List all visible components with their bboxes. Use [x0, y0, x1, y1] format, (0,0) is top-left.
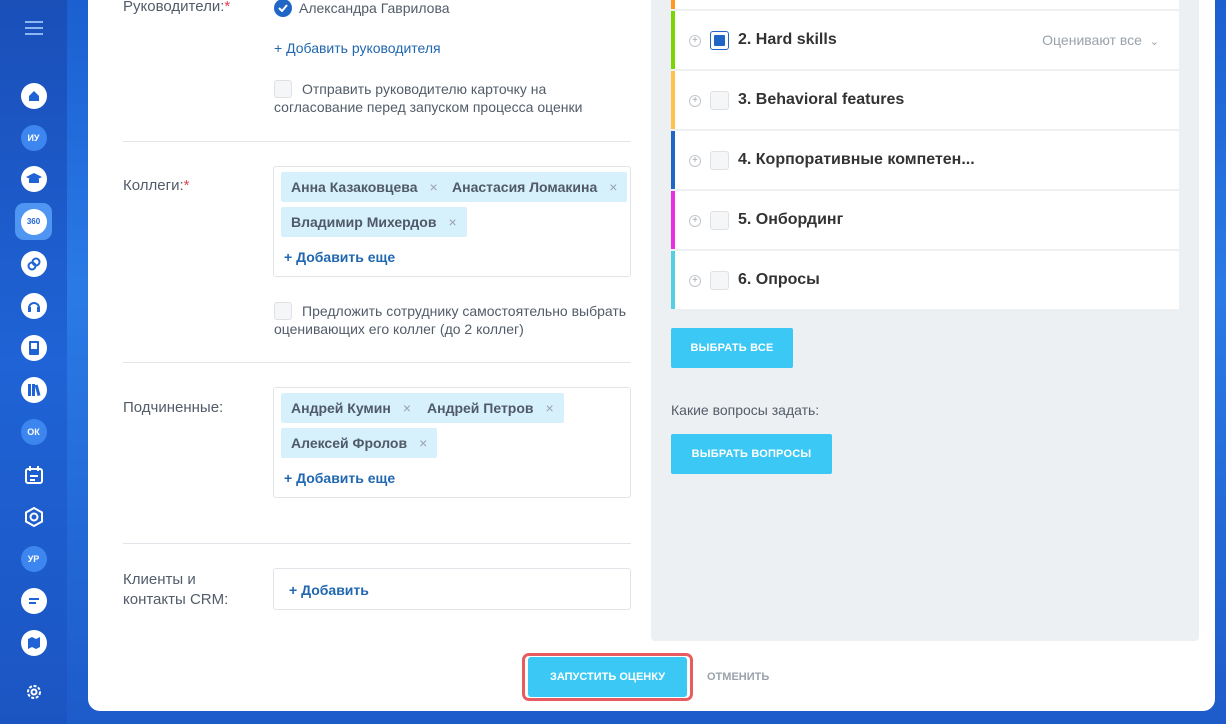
section-checkbox[interactable] — [710, 151, 729, 170]
support-icon[interactable] — [17, 289, 50, 322]
managers-label: Руководители:* — [123, 0, 231, 15]
clients-label: Клиенты и контакты CRM: — [123, 571, 229, 608]
library-icon[interactable] — [17, 373, 50, 406]
assessment-360-icon[interactable]: 360 — [15, 203, 52, 240]
section-checkbox[interactable] — [710, 211, 729, 230]
section-row[interactable]: + 6. Опросы — [671, 251, 1179, 310]
section-checkbox[interactable] — [710, 31, 729, 50]
colleague-tag: Анна Казаковцева × — [281, 172, 448, 202]
select-questions-button[interactable]: ВЫБРАТЬ ВОПРОСЫ — [671, 434, 832, 474]
home-icon[interactable] — [17, 79, 50, 112]
add-subordinate-link[interactable]: + Добавить еще — [284, 470, 395, 486]
colleague-tag: Владимир Михердов × — [281, 207, 467, 237]
remove-icon[interactable]: × — [403, 400, 411, 416]
links-icon[interactable] — [17, 247, 50, 280]
calendar-icon[interactable] — [17, 458, 50, 491]
self-select-option[interactable]: Предложить сотруднику самостоятельно выб… — [274, 302, 626, 338]
selected-manager[interactable]: Александра Гаврилова — [274, 0, 450, 17]
section-row[interactable]: + 2. Hard skills Оценивают все ⌄ — [671, 11, 1179, 70]
remove-icon[interactable]: × — [419, 435, 427, 451]
select-all-button[interactable]: ВЫБРАТЬ ВСЕ — [671, 328, 793, 368]
section-checkbox[interactable] — [710, 271, 729, 290]
colleagues-selector[interactable]: Анна Казаковцева × Анастасия Ломакина × Вл… — [273, 166, 631, 277]
chat-icon[interactable] — [17, 584, 50, 617]
remove-icon[interactable]: × — [609, 179, 617, 195]
colleague-tag: Анастасия Ломакина × — [442, 172, 628, 202]
subordinates-label: Подчиненные: — [123, 399, 224, 416]
section-color-bar — [671, 251, 675, 309]
remove-icon[interactable]: × — [546, 400, 554, 416]
section-color-bar — [671, 191, 675, 249]
add-manager-link[interactable]: + Добавить руководителя — [274, 40, 441, 56]
expand-icon[interactable]: + — [689, 95, 701, 107]
badge-ok-icon[interactable]: ОК — [17, 415, 50, 448]
subordinate-tag: Андрей Кумин × — [281, 393, 422, 423]
remove-icon[interactable]: × — [430, 179, 438, 195]
book-icon[interactable] — [17, 331, 50, 364]
remove-icon[interactable]: × — [448, 214, 456, 230]
education-icon[interactable] — [17, 162, 50, 195]
questions-label: Какие вопросы задать: — [671, 402, 820, 418]
section-checkbox[interactable] — [710, 91, 729, 110]
cancel-button[interactable]: ОТМЕНИТЬ — [700, 657, 776, 697]
subordinates-selector[interactable]: Андрей Кумин × Андрей Петров × Алексей Фро… — [273, 387, 631, 498]
badge-ur-icon[interactable]: УР — [17, 542, 50, 575]
check-icon — [274, 0, 292, 17]
map-icon[interactable] — [17, 626, 50, 659]
divider — [123, 362, 631, 363]
hexagon-icon[interactable] — [17, 500, 50, 533]
expand-icon[interactable]: + — [689, 215, 701, 227]
badge-iu-icon[interactable]: ИУ — [17, 121, 50, 154]
section-row[interactable]: + 5. Онбординг — [671, 191, 1179, 250]
colleagues-label: Коллеги:* — [123, 177, 190, 194]
subordinate-tag: Алексей Фролов × — [281, 428, 438, 458]
evaluators-dropdown[interactable]: Оценивают все ⌄ — [1042, 32, 1159, 48]
section-color-bar — [671, 131, 675, 189]
section-row[interactable]: + 3. Behavioral features — [671, 71, 1179, 130]
settings-gear-icon[interactable] — [17, 675, 50, 708]
assessment-form-card: Руководители:* Александра Гаврилова + До… — [88, 0, 1215, 711]
divider — [123, 543, 631, 544]
add-client-link[interactable]: + Добавить — [289, 582, 369, 598]
launch-assessment-button[interactable]: ЗАПУСТИТЬ ОЦЕНКУ — [528, 657, 687, 697]
clients-selector[interactable]: + Добавить — [273, 568, 631, 610]
send-card-option[interactable]: Отправить руководителю карточку на согла… — [274, 80, 582, 116]
left-rail: ИУ 360 ОК УР — [0, 0, 67, 724]
divider — [123, 141, 631, 142]
expand-icon[interactable]: + — [689, 275, 701, 287]
section-row[interactable]: + 4. Корпоративные компетен... — [671, 131, 1179, 190]
section-color-bar — [671, 71, 675, 129]
section-color-bar — [671, 0, 675, 9]
chevron-down-icon: ⌄ — [1149, 36, 1159, 48]
send-card-checkbox[interactable] — [274, 80, 292, 98]
section-color-bar — [671, 11, 675, 69]
subordinate-tag: Андрей Петров × — [417, 393, 564, 423]
self-select-checkbox[interactable] — [274, 302, 292, 320]
expand-icon[interactable]: + — [689, 155, 701, 167]
add-colleague-link[interactable]: + Добавить еще — [284, 249, 395, 265]
competencies-panel: + 2. Hard skills Оценивают все ⌄ + 3. Be… — [651, 0, 1199, 641]
section-row-partial-top — [671, 0, 1179, 10]
expand-icon[interactable]: + — [689, 35, 701, 47]
participants-form: Руководители:* Александра Гаврилова + До… — [88, 0, 648, 711]
menu-icon[interactable] — [17, 11, 50, 44]
